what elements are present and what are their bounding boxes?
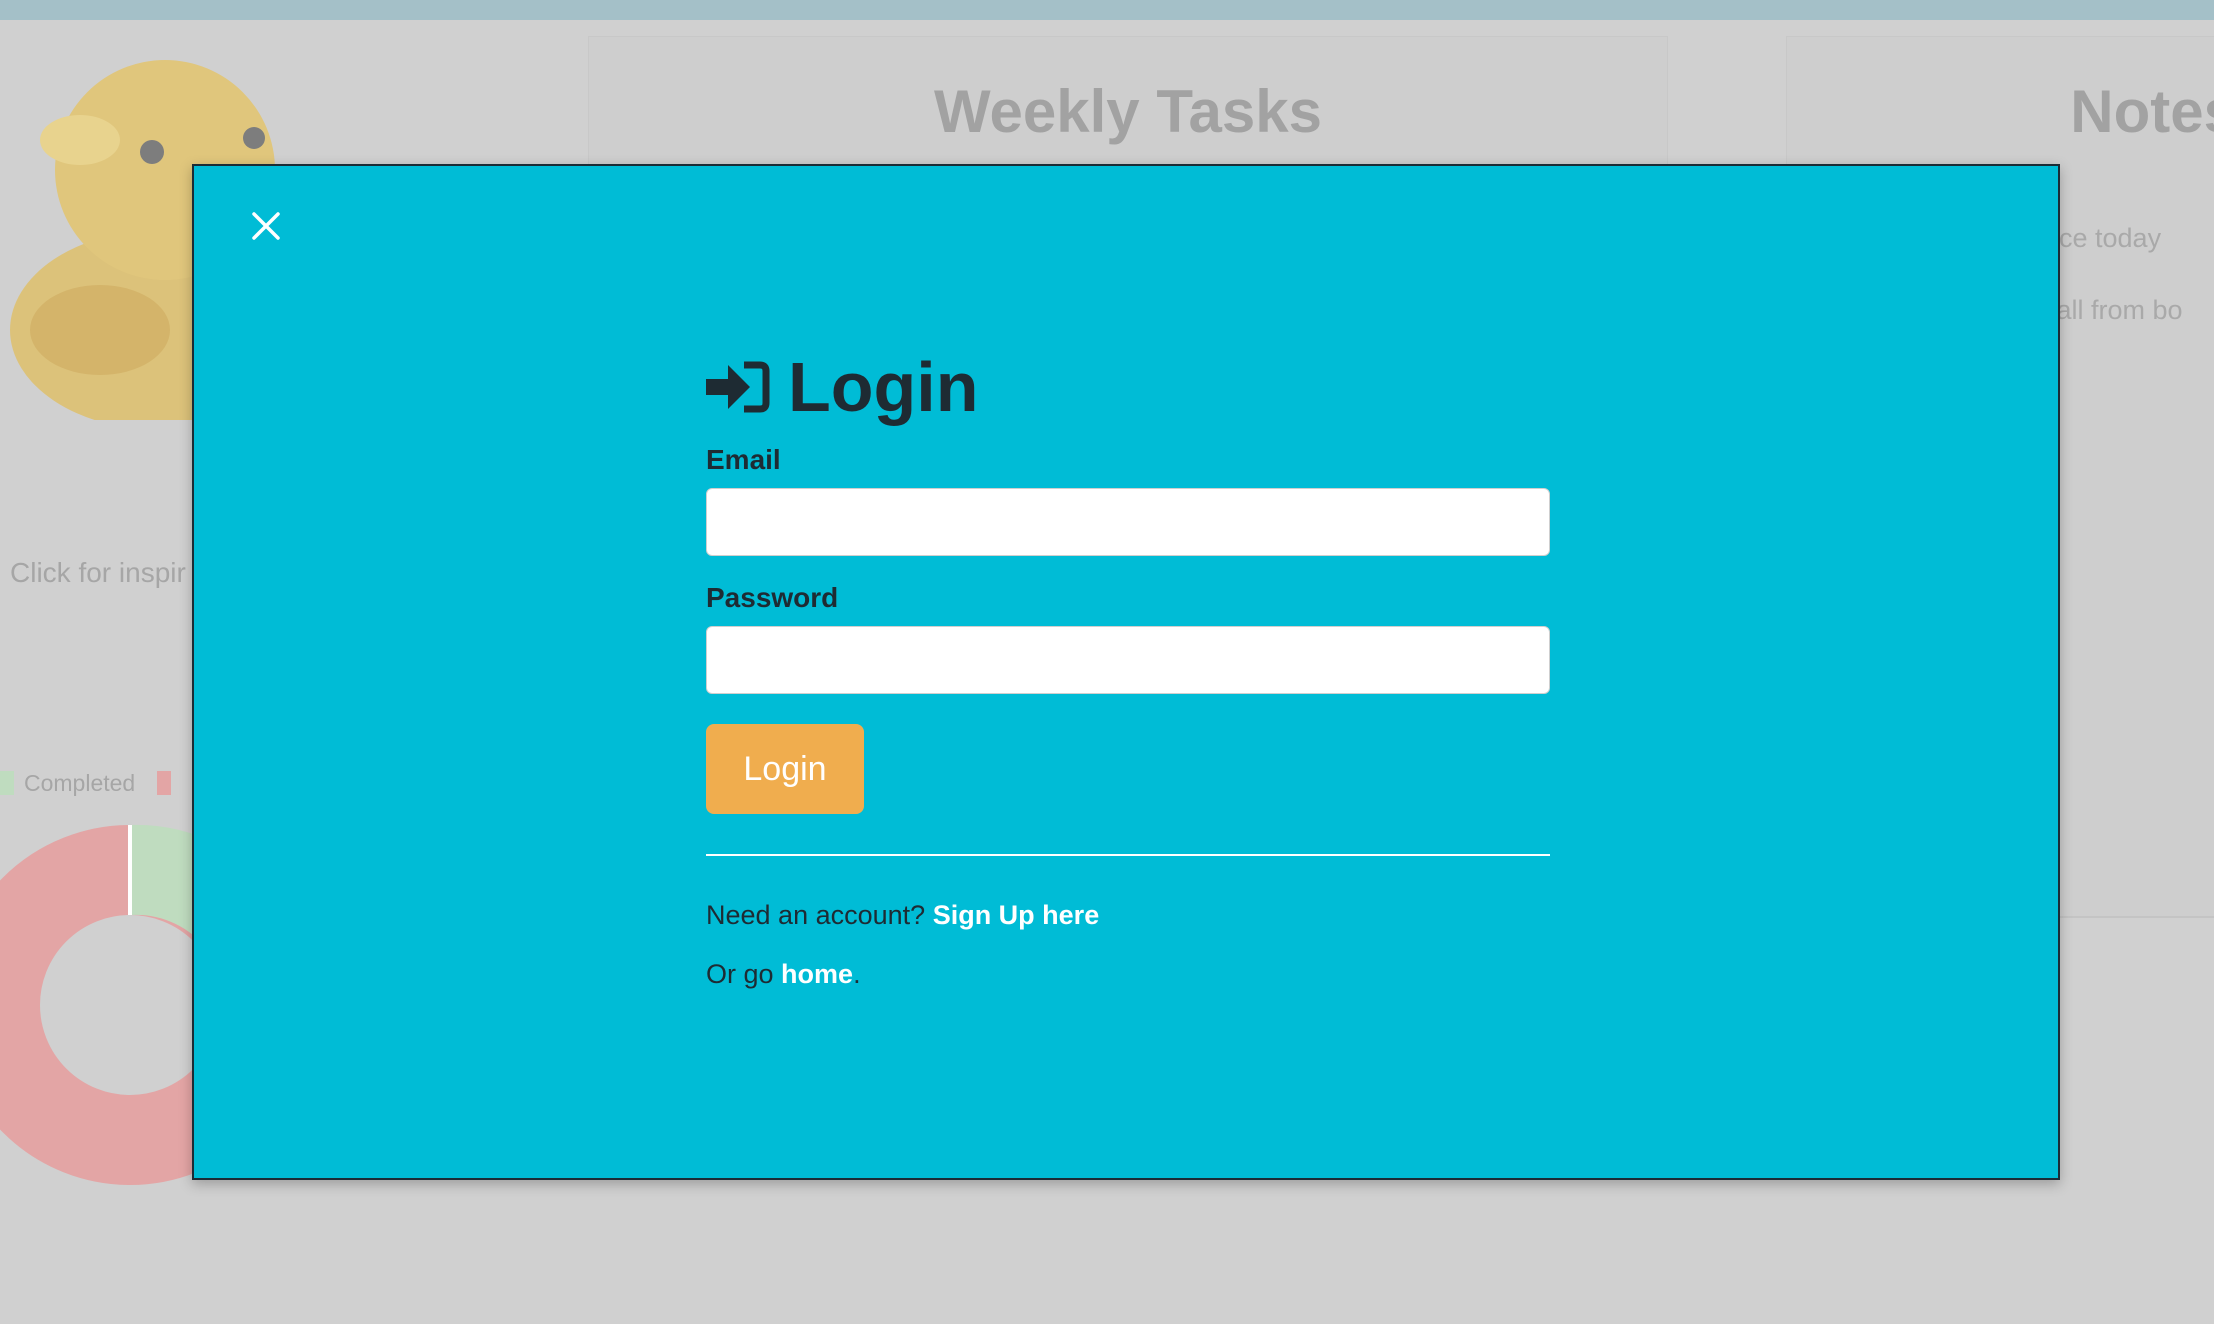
home-suffix: . bbox=[853, 959, 861, 989]
form-divider bbox=[706, 854, 1550, 856]
login-button[interactable]: Login bbox=[706, 724, 864, 814]
email-field[interactable] bbox=[706, 488, 1550, 556]
top-bar bbox=[0, 0, 2214, 20]
notes-divider bbox=[2060, 916, 2214, 918]
legend-label-completed: Completed bbox=[24, 769, 136, 796]
home-prefix: Or go bbox=[706, 959, 774, 989]
close-icon bbox=[252, 212, 280, 240]
weekly-tasks-title: Weekly Tasks bbox=[933, 78, 1323, 145]
chart-legend: Completed bbox=[0, 768, 181, 798]
inspiration-link[interactable]: Click for inspir bbox=[10, 557, 186, 589]
page-title: Login bbox=[788, 348, 979, 426]
login-heading: Login bbox=[706, 346, 1550, 428]
login-modal: Login Email Password Login Need an accou… bbox=[192, 164, 2060, 1180]
password-label: Password bbox=[706, 582, 839, 613]
login-form: Login Email Password Login Need an accou… bbox=[706, 346, 1550, 990]
home-line: Or go home. bbox=[706, 959, 1550, 990]
legend-swatch-pending bbox=[157, 771, 172, 795]
signup-line: Need an account? Sign Up here bbox=[706, 900, 1550, 931]
signup-prompt: Need an account? bbox=[706, 900, 926, 930]
email-label: Email bbox=[706, 444, 781, 475]
notes-title: Notes bbox=[2070, 78, 2214, 145]
legend-swatch-completed bbox=[0, 771, 14, 795]
close-button[interactable] bbox=[246, 206, 286, 246]
note-item: ice today bbox=[2053, 223, 2162, 253]
signup-link[interactable]: Sign Up here bbox=[933, 900, 1100, 930]
sign-in-icon bbox=[706, 361, 770, 413]
home-link[interactable]: home bbox=[781, 959, 853, 989]
password-field[interactable] bbox=[706, 626, 1550, 694]
note-item: call from bo bbox=[2043, 295, 2183, 325]
